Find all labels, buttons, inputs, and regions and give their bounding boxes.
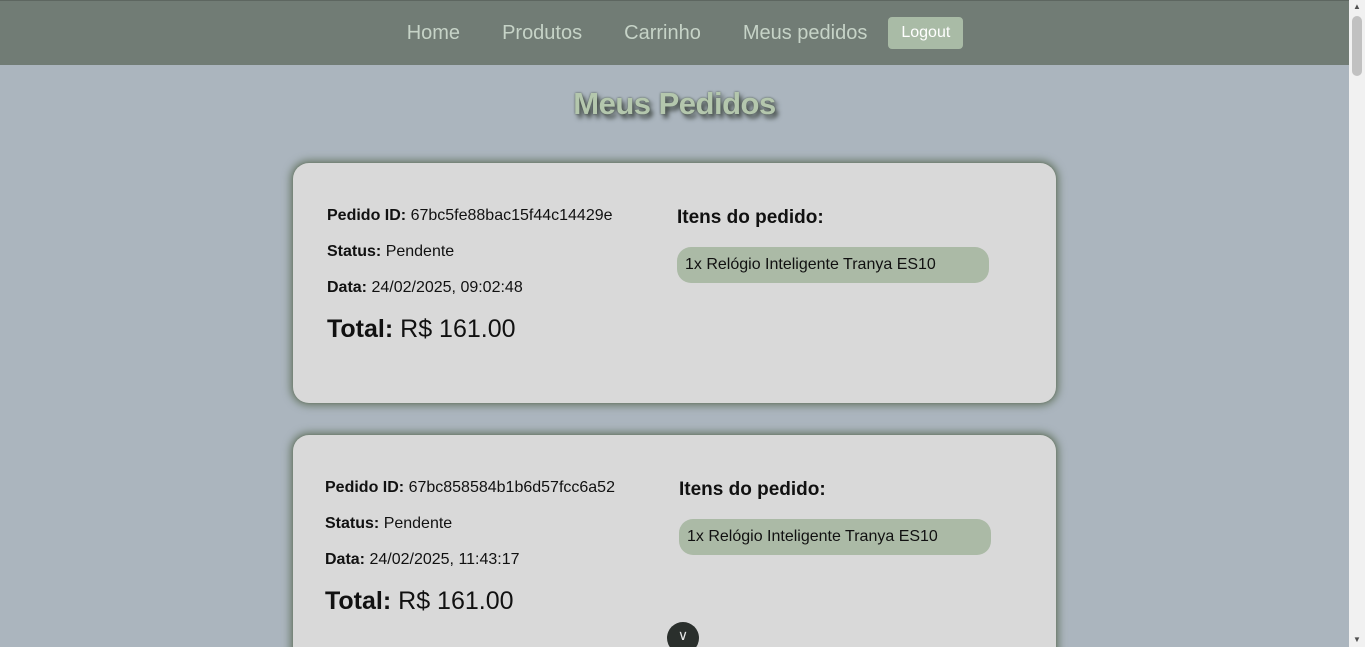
logout-button[interactable]: Logout (888, 17, 964, 49)
vertical-scrollbar[interactable]: ▲ ▼ (1349, 0, 1365, 647)
order-item: 1x Relógio Inteligente Tranya ES10 (677, 247, 989, 283)
order-total-label: Total: (325, 587, 392, 615)
order-items: Itens do pedido: 1x Relógio Inteligente … (679, 479, 991, 555)
order-total-label: Total: (327, 315, 394, 343)
order-id-label: Pedido ID: (325, 479, 405, 496)
nav-link-carrinho[interactable]: Carrinho (624, 22, 701, 45)
order-id-value: 67bc5fe88bac15f44c14429e (410, 207, 613, 224)
order-info: Pedido ID: 67bc858584b1b6d57fcc6a52 Stat… (325, 479, 615, 616)
nav-link-home[interactable]: Home (407, 22, 460, 45)
scroll-down-arrow-icon[interactable]: ▼ (1349, 633, 1365, 647)
order-id-label: Pedido ID: (327, 207, 407, 224)
order-total-line: Total: R$ 161.00 (325, 587, 615, 616)
order-card: Pedido ID: 67bc858584b1b6d57fcc6a52 Stat… (293, 435, 1056, 647)
order-card: Pedido ID: 67bc5fe88bac15f44c14429e Stat… (293, 163, 1056, 403)
order-items-title: Itens do pedido: (677, 207, 824, 228)
order-items-title: Itens do pedido: (679, 479, 826, 500)
order-date-line: Data: 24/02/2025, 09:02:48 (327, 279, 613, 297)
order-status-line: Status: Pendente (325, 515, 615, 533)
nav-link-produtos[interactable]: Produtos (502, 22, 582, 45)
order-date-value: 24/02/2025, 09:02:48 (371, 279, 523, 296)
order-items: Itens do pedido: 1x Relógio Inteligente … (677, 207, 989, 283)
scrollbar-thumb[interactable] (1352, 16, 1362, 76)
page-title: Meus Pedidos (573, 86, 776, 121)
order-status-label: Status: (327, 243, 382, 260)
order-status-value: Pendente (385, 243, 455, 260)
order-status-value: Pendente (383, 515, 453, 532)
order-date-line: Data: 24/02/2025, 11:43:17 (325, 551, 615, 569)
order-date-label: Data: (325, 551, 366, 568)
order-info: Pedido ID: 67bc5fe88bac15f44c14429e Stat… (327, 207, 613, 344)
order-date-label: Data: (327, 279, 368, 296)
order-date-value: 24/02/2025, 11:43:17 (369, 551, 520, 568)
order-total-value: R$ 161.00 (400, 315, 516, 343)
order-status-label: Status: (325, 515, 380, 532)
order-id-line: Pedido ID: 67bc5fe88bac15f44c14429e (327, 207, 613, 225)
page-viewport: Home Produtos Carrinho Meus pedidos Logo… (0, 0, 1349, 647)
order-total-value: R$ 161.00 (398, 587, 514, 615)
order-id-line: Pedido ID: 67bc858584b1b6d57fcc6a52 (325, 479, 615, 497)
chevron-down-icon[interactable]: ∨ (667, 622, 699, 647)
order-item: 1x Relógio Inteligente Tranya ES10 (679, 519, 991, 555)
order-status-line: Status: Pendente (327, 243, 613, 261)
scroll-up-arrow-icon[interactable]: ▲ (1349, 0, 1365, 14)
order-id-value: 67bc858584b1b6d57fcc6a52 (408, 479, 615, 496)
top-navbar: Home Produtos Carrinho Meus pedidos Logo… (0, 0, 1349, 65)
order-total-line: Total: R$ 161.00 (327, 315, 613, 344)
nav-link-meus-pedidos[interactable]: Meus pedidos (743, 22, 868, 45)
